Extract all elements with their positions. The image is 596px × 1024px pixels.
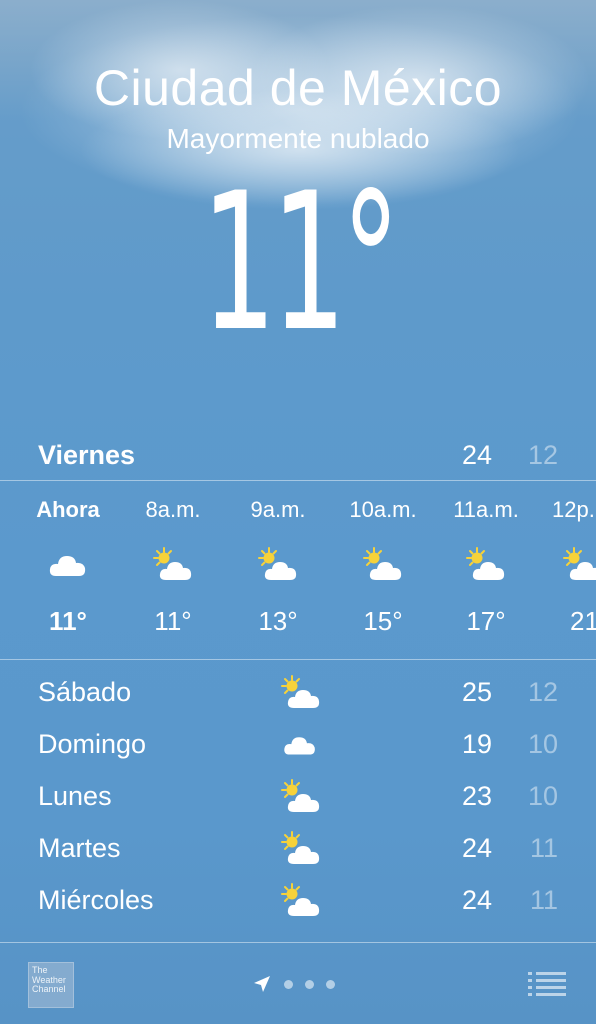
daily-row: Sábado 25 12 xyxy=(38,670,558,722)
page-dot xyxy=(305,979,314,989)
hour-temp: 11° xyxy=(49,606,87,636)
daily-row: Domingo 19 10 xyxy=(38,722,558,774)
divider xyxy=(0,480,596,481)
condition-text: Mayormente nublado xyxy=(166,123,430,154)
partly-sunny-icon xyxy=(120,544,226,586)
today-summary: Viernes 24 12 xyxy=(38,436,558,476)
partly-sunny-icon xyxy=(225,544,331,586)
page-indicator[interactable] xyxy=(252,972,335,996)
day-name: Martes xyxy=(38,833,121,863)
hourly-item: 12p.m. 21° xyxy=(536,482,596,636)
divider xyxy=(0,942,596,943)
partly-sunny-icon xyxy=(433,544,539,586)
hour-label: 8a.m. xyxy=(145,497,201,522)
logo-text: The Weather Channel xyxy=(32,965,66,994)
hourly-forecast[interactable]: Ahora 11° 8a.m. 11° 9a.m. 13° 10a.m. 15°… xyxy=(0,482,596,658)
current-temperature: 11° xyxy=(0,152,596,373)
hour-temp: 21° xyxy=(570,606,596,636)
hour-temp: 13° xyxy=(258,606,298,636)
city-list-button[interactable] xyxy=(526,970,568,998)
current-temperature-value: 11° xyxy=(201,152,400,373)
day-name: Sábado xyxy=(38,677,132,707)
partly-sunny-icon xyxy=(330,544,436,586)
hour-label: 11a.m. xyxy=(453,497,519,522)
day-name: Miércoles xyxy=(38,885,154,915)
location-header: Ciudad de México Mayormente nublado xyxy=(0,58,596,156)
daily-forecast[interactable]: Sábado 25 12 Domingo 19 10 Lunes 23 10 M… xyxy=(38,670,558,930)
daily-row: Martes 24 11 xyxy=(38,826,558,878)
hourly-item: 8a.m. 11° xyxy=(120,482,226,636)
today-high: 24 xyxy=(461,440,492,470)
partly-sunny-icon xyxy=(278,830,324,873)
hourly-item: 10a.m. 15° xyxy=(330,482,436,636)
partly-sunny-icon xyxy=(278,778,324,821)
partly-sunny-icon xyxy=(278,882,324,925)
hourly-item: Ahora 11° xyxy=(15,482,121,636)
day-high: 19 xyxy=(461,729,492,759)
page-dot xyxy=(284,979,293,989)
cloud-icon xyxy=(282,732,318,763)
bottom-toolbar: The Weather Channel xyxy=(0,944,596,1024)
city-name: Ciudad de México xyxy=(93,60,503,116)
hour-label: Ahora xyxy=(36,497,100,522)
partly-sunny-icon xyxy=(278,674,324,717)
hour-temp: 15° xyxy=(363,606,403,636)
daily-row: Lunes 23 10 xyxy=(38,774,558,826)
weather-channel-logo[interactable]: The Weather Channel xyxy=(28,962,74,1008)
cloud-icon xyxy=(15,544,121,586)
day-low: 11 xyxy=(529,833,558,863)
hourly-item: 11a.m. 17° xyxy=(433,482,539,636)
day-low: 10 xyxy=(527,729,558,759)
today-day-name: Viernes xyxy=(38,440,136,470)
day-low: 10 xyxy=(527,781,558,811)
day-name: Domingo xyxy=(38,729,147,759)
today-low: 12 xyxy=(527,440,558,470)
partly-sunny-icon xyxy=(536,544,596,586)
location-arrow-icon xyxy=(254,976,270,992)
day-low: 12 xyxy=(527,677,558,707)
page-dot xyxy=(326,979,335,989)
day-high: 24 xyxy=(461,885,492,915)
hourly-item: 9a.m. 13° xyxy=(225,482,331,636)
daily-row: Miércoles 24 11 xyxy=(38,878,558,930)
day-high: 25 xyxy=(461,677,492,707)
hour-label: 10a.m. xyxy=(349,497,417,522)
hour-label: 9a.m. xyxy=(250,497,306,522)
day-high: 23 xyxy=(461,781,492,811)
day-high: 24 xyxy=(461,833,492,863)
hour-temp: 17° xyxy=(466,606,506,636)
hour-temp: 11° xyxy=(154,606,192,636)
list-icon xyxy=(528,972,566,996)
day-name: Lunes xyxy=(38,781,112,811)
day-low: 11 xyxy=(529,885,558,915)
hour-label: 12p.m. xyxy=(552,497,596,522)
divider xyxy=(0,659,596,660)
